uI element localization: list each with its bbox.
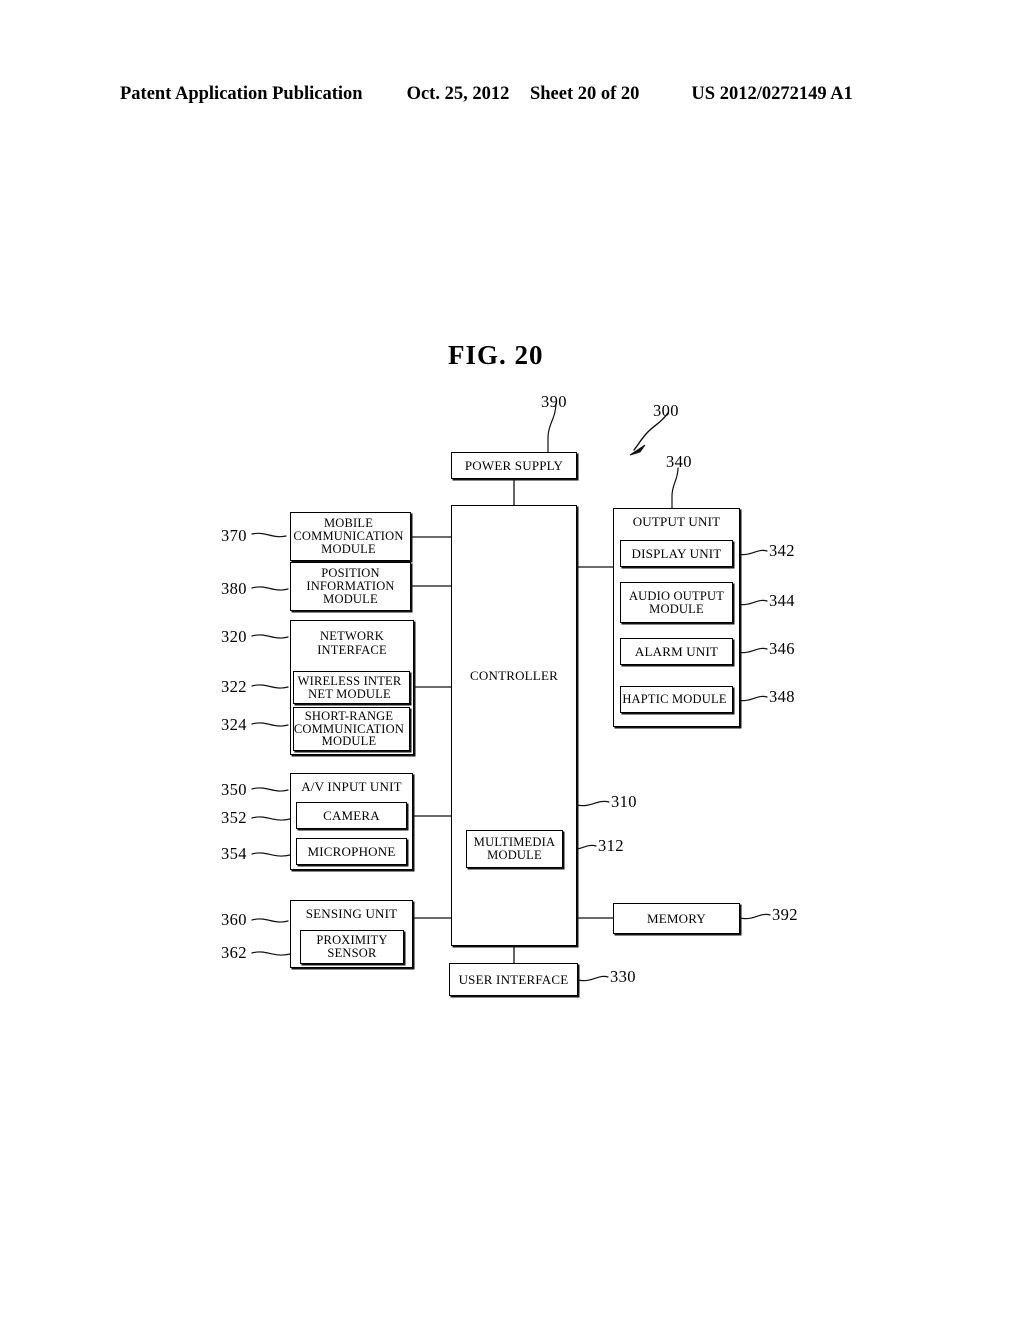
block-network-interface-label: NETWORK INTERFACE (317, 629, 387, 658)
ref-310: 310 (611, 792, 637, 811)
block-memory-label: MEMORY (647, 910, 706, 926)
block-sensing-unit-label: SENSING UNIT (305, 906, 398, 921)
ref-312: 312 (598, 836, 624, 855)
block-mobile-communication-module[interactable]: MOBILE COMMUNICATION MODULE (290, 512, 411, 561)
publication-date-sheet: Oct. 25, 2012 Sheet 20 of 20 (407, 84, 640, 105)
block-microphone[interactable]: MICROPHONE (296, 838, 407, 865)
ref-380: 380 (221, 579, 247, 598)
block-display-unit[interactable]: DISPLAY UNIT (620, 540, 733, 567)
block-short-range-communication-module[interactable]: SHORT-RANGE COMMUNICATION MODULE (293, 707, 410, 751)
ref-344: 344 (769, 591, 795, 610)
block-position-information-module-label: POSITION INFORMATION MODULE (306, 566, 395, 606)
block-user-interface-label: USER INTERFACE (458, 971, 569, 987)
publication-date: Oct. 25, 2012 (406, 84, 510, 104)
block-wireless-internet-module-label: WIRELESS INTER NET MODULE (297, 673, 402, 701)
block-short-range-communication-module-label: SHORT-RANGE COMMUNICATION MODULE (293, 708, 405, 749)
block-haptic-module[interactable]: HAPTIC MODULE (620, 686, 733, 713)
block-alarm-unit[interactable]: ALARM UNIT (620, 638, 733, 665)
block-audio-output-module-label: AUDIO OUTPUT MODULE (628, 588, 725, 616)
block-multimedia-module[interactable]: MULTIMEDIA MODULE (466, 830, 563, 868)
ref-320: 320 (221, 627, 247, 646)
publication-title: Patent Application Publication (120, 84, 363, 104)
ref-362: 362 (221, 943, 247, 962)
block-av-input-unit-label: A/V INPUT UNIT (301, 779, 402, 794)
block-output-unit-label: OUTPUT UNIT (632, 514, 721, 529)
ref-322: 322 (221, 677, 247, 696)
ref-342: 342 (769, 541, 795, 560)
block-memory[interactable]: MEMORY (613, 903, 740, 934)
ref-392: 392 (772, 905, 798, 924)
ref-340: 340 (666, 452, 692, 471)
block-camera[interactable]: CAMERA (296, 802, 407, 829)
ref-390: 390 (541, 392, 567, 411)
block-display-unit-label: DISPLAY UNIT (631, 545, 722, 561)
ref-360: 360 (221, 910, 247, 929)
ref-352: 352 (221, 808, 247, 827)
block-mobile-communication-module-label: MOBILE COMMUNICATION MODULE (293, 516, 404, 556)
publication-number: US 2012/0272149 A1 (691, 84, 853, 104)
block-position-information-module[interactable]: POSITION INFORMATION MODULE (290, 562, 411, 611)
ref-330: 330 (610, 967, 636, 986)
block-controller-label: CONTROLLER (470, 668, 558, 683)
block-microphone-label: MICROPHONE (307, 843, 396, 859)
ref-300: 300 (653, 401, 679, 420)
block-camera-label: CAMERA (323, 807, 380, 823)
block-controller[interactable]: CONTROLLER (451, 505, 577, 946)
block-user-interface[interactable]: USER INTERFACE (449, 963, 578, 996)
block-proximity-sensor-label: PROXIMITY SENSOR (316, 933, 388, 960)
block-alarm-unit-label: ALARM UNIT (634, 643, 719, 659)
ref-348: 348 (769, 687, 795, 706)
block-wireless-internet-module[interactable]: WIRELESS INTER NET MODULE (293, 671, 410, 704)
ref-370: 370 (221, 526, 247, 545)
ref-354: 354 (221, 844, 247, 863)
ref-346: 346 (769, 639, 795, 658)
ref-350: 350 (221, 780, 247, 799)
figure-title: FIG. 20 (448, 340, 544, 370)
block-haptic-module-label: HAPTIC MODULE (622, 692, 727, 707)
block-multimedia-module-label: MULTIMEDIA MODULE (473, 835, 556, 862)
block-power-supply[interactable]: POWER SUPPLY (451, 452, 577, 479)
ref-324: 324 (221, 715, 247, 734)
block-power-supply-label: POWER SUPPLY (464, 457, 564, 473)
block-audio-output-module[interactable]: AUDIO OUTPUT MODULE (620, 582, 733, 623)
block-proximity-sensor[interactable]: PROXIMITY SENSOR (300, 930, 404, 964)
sheet-number: Sheet 20 of 20 (529, 84, 640, 104)
publication-header: Patent Application Publication Oct. 25, … (120, 84, 904, 110)
